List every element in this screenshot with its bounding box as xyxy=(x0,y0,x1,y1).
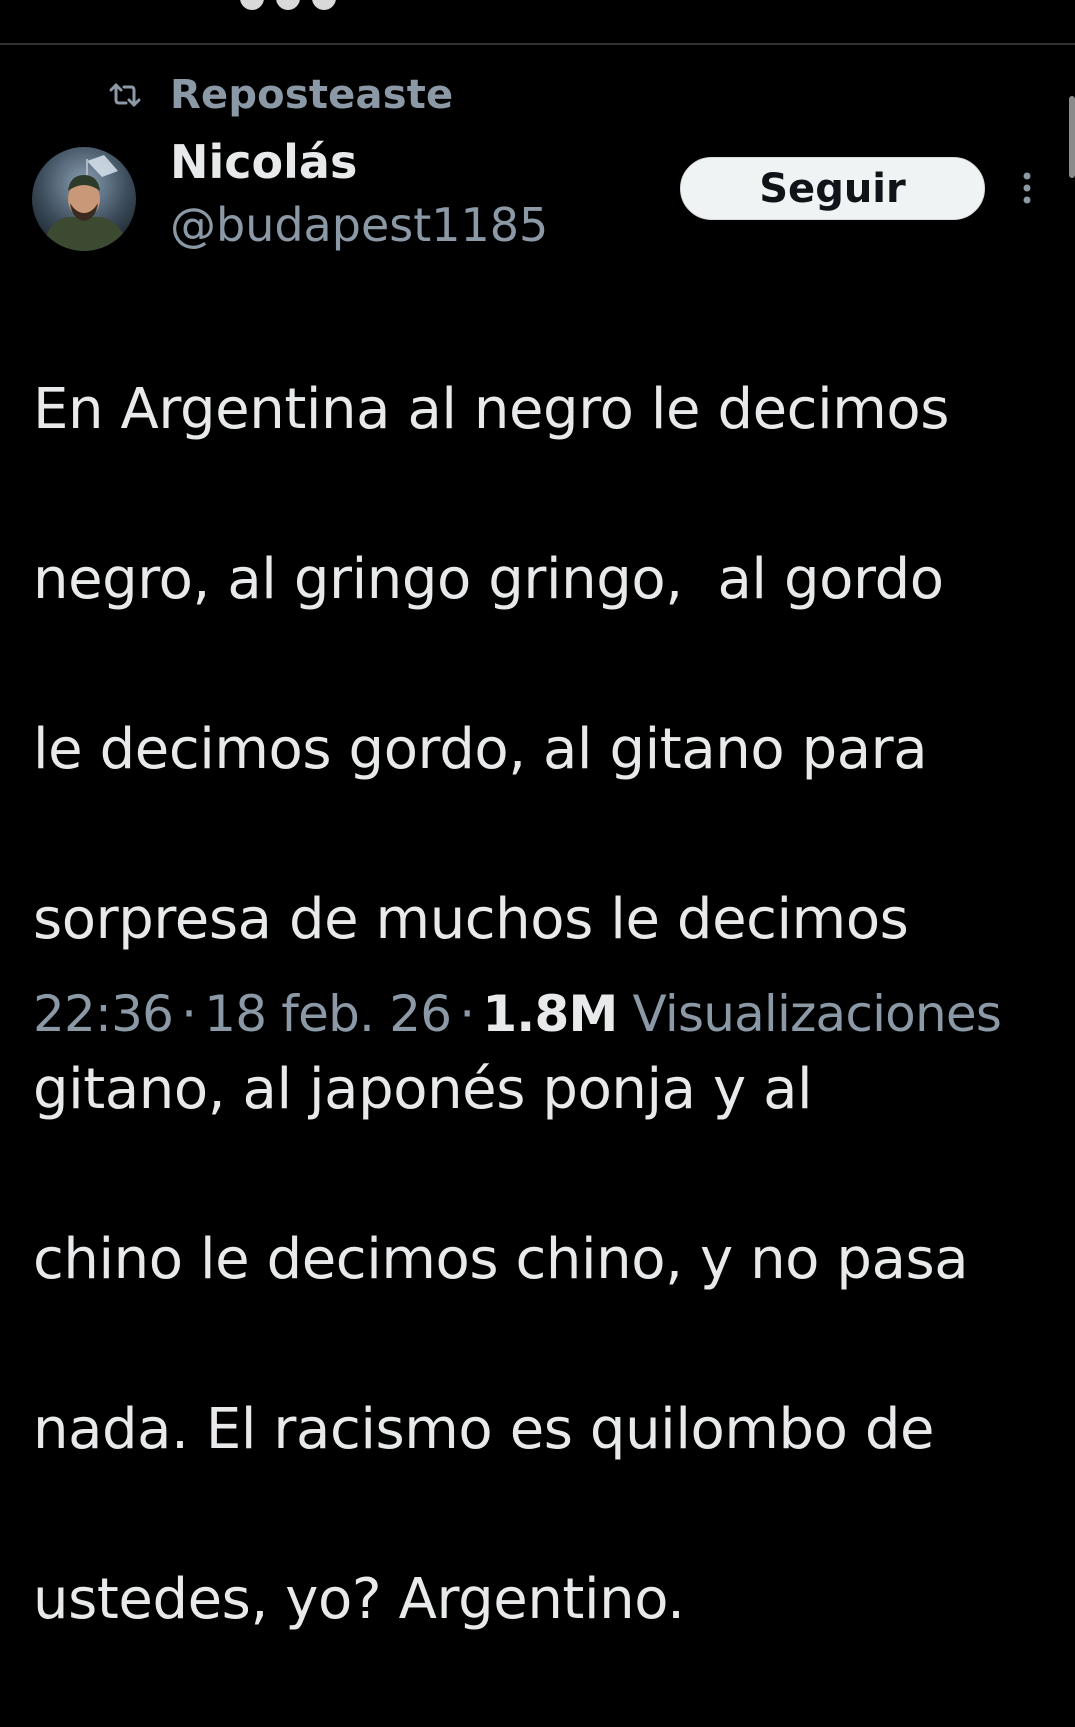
author-handle[interactable]: @budapest1185 xyxy=(170,196,548,254)
repost-icon xyxy=(108,80,144,110)
avatar[interactable] xyxy=(32,147,136,251)
post-divider xyxy=(0,43,1075,45)
follow-button[interactable]: Seguir xyxy=(680,157,985,220)
tweet-date[interactable]: 18 feb. 26 xyxy=(204,985,452,1043)
tweet-text-line: le decimos gordo, al gitano para xyxy=(33,717,928,782)
meta-separator: · xyxy=(181,985,197,1043)
tweet-text-line: negro, al gringo gringo, al gordo xyxy=(33,547,944,612)
tweet-text-line: gitano, al japonés ponja y al xyxy=(33,1057,813,1122)
repost-indicator: Reposteaste xyxy=(108,70,453,120)
views-count[interactable]: 1.8M xyxy=(482,985,618,1043)
scrollbar[interactable] xyxy=(1069,96,1075,178)
previous-post-dots xyxy=(240,0,336,10)
tweet-text-line: nada. El racismo es quilombo de xyxy=(33,1397,935,1462)
tweet-text-line: sorpresa de muchos le decimos xyxy=(33,887,909,952)
more-vertical-icon[interactable] xyxy=(1010,168,1044,208)
repost-label: Reposteaste xyxy=(170,72,454,118)
meta-separator: · xyxy=(459,985,475,1043)
author-display-name[interactable]: Nicolás xyxy=(170,133,357,191)
views-label[interactable]: Visualizaciones xyxy=(633,985,1002,1043)
tweet-text-line: chino le decimos chino, y no pasa xyxy=(33,1227,969,1292)
tweet-text-line: ustedes, yo? Argentino. xyxy=(33,1567,685,1632)
tweet-meta: 22:36 · 18 feb. 26 · 1.8M Visualizaciones xyxy=(33,980,1002,1048)
tweet-time[interactable]: 22:36 xyxy=(33,985,174,1043)
tweet-text-line: En Argentina al negro le decimos xyxy=(33,377,950,442)
